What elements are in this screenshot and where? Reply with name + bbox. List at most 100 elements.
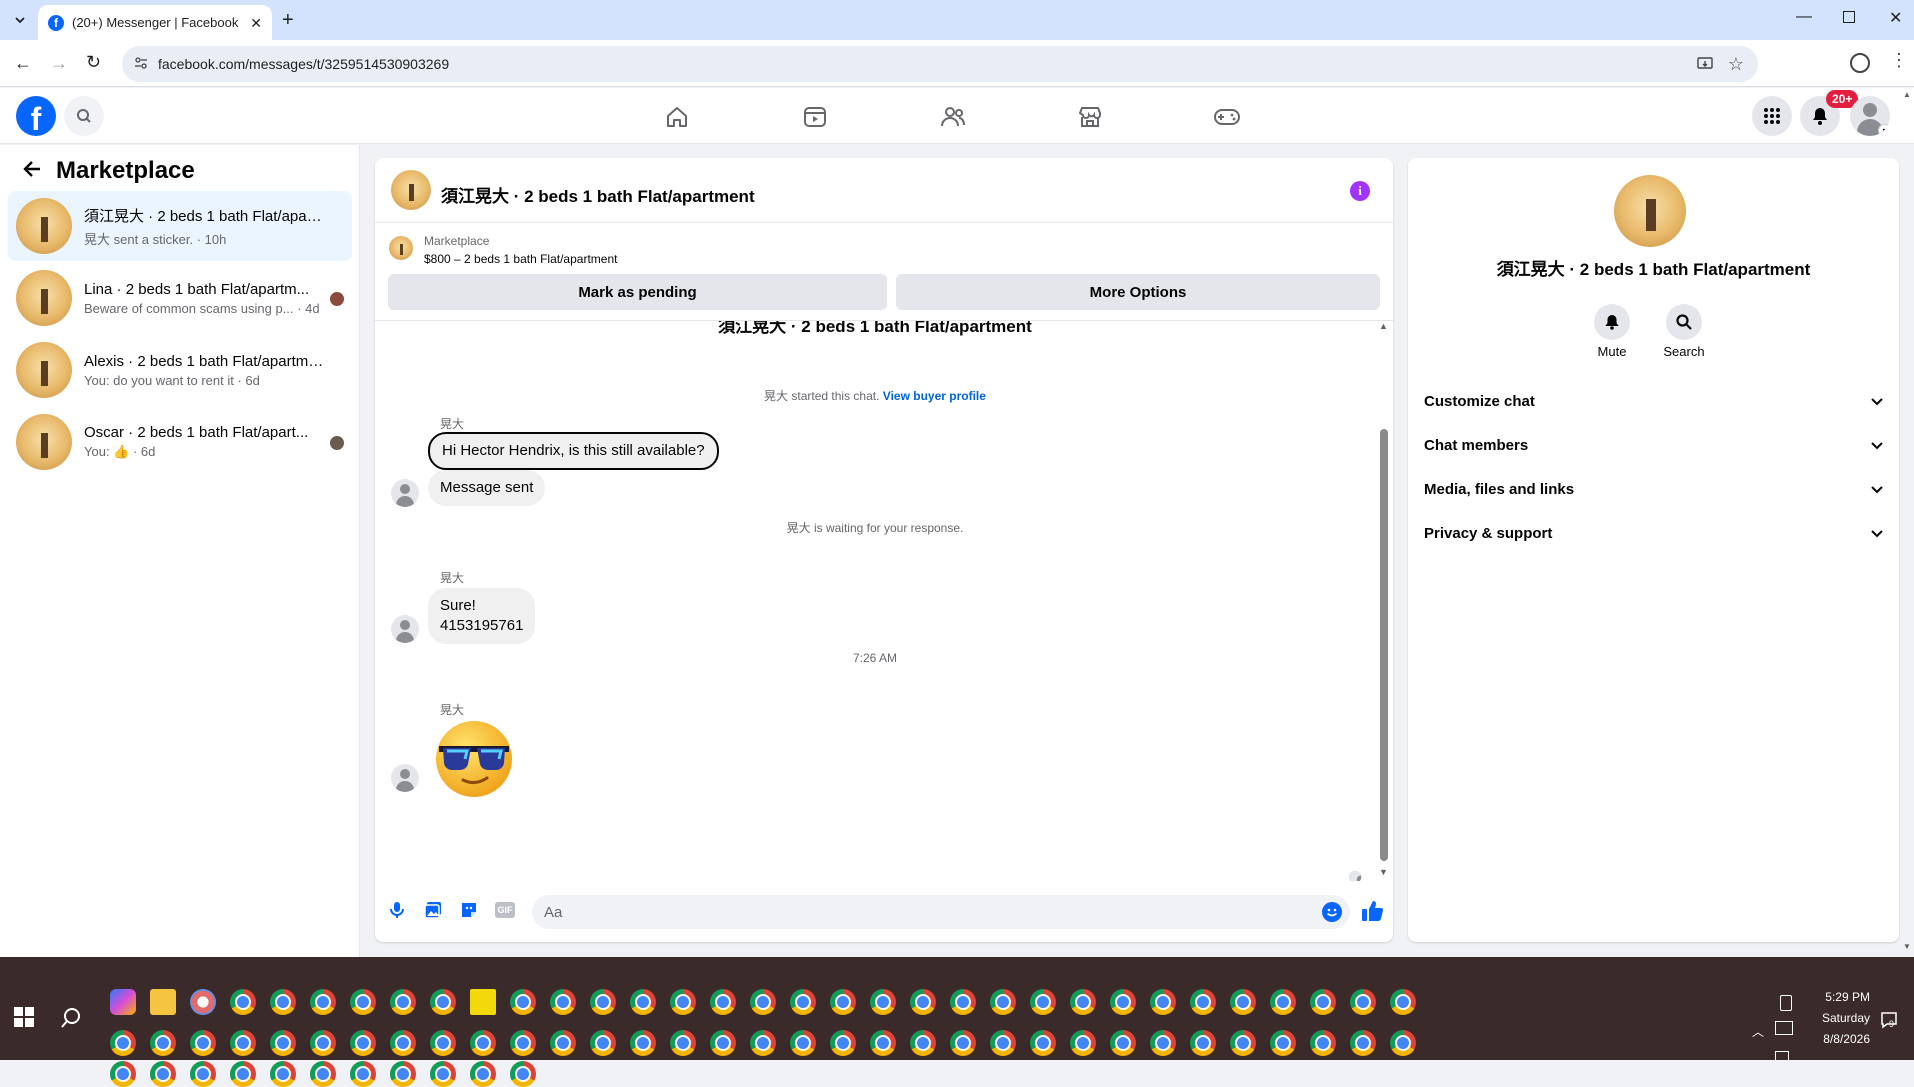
conversation-item[interactable]: Oscar · 2 beds 1 bath Flat/apart... You:… xyxy=(8,407,352,477)
chat-header-title[interactable]: 須江晃大 · 2 beds 1 bath Flat/apartment xyxy=(441,182,755,207)
chrome-taskbar-icon[interactable] xyxy=(230,1030,256,1056)
chrome-taskbar-icon[interactable] xyxy=(310,1030,336,1056)
restore-icon[interactable] xyxy=(1843,11,1855,23)
chrome-taskbar-icon[interactable] xyxy=(910,1030,936,1056)
chrome-taskbar-icon[interactable] xyxy=(990,989,1016,1015)
chrome-taskbar-icon[interactable] xyxy=(1190,1030,1216,1056)
chrome-taskbar-icon[interactable] xyxy=(870,1030,896,1056)
chrome-taskbar-icon[interactable] xyxy=(990,1030,1016,1056)
chrome-taskbar-icon[interactable] xyxy=(390,1030,416,1056)
photo-icon[interactable] xyxy=(423,900,443,920)
scroll-down-icon[interactable]: ▼ xyxy=(1379,867,1388,877)
chrome-taskbar-icon[interactable] xyxy=(270,989,296,1015)
chrome-taskbar-icon[interactable] xyxy=(350,1030,376,1056)
clock-day[interactable]: Saturday xyxy=(1800,1011,1870,1025)
chrome-taskbar-icon[interactable] xyxy=(1310,1030,1336,1056)
chrome-taskbar-icon[interactable] xyxy=(190,1030,216,1056)
address-bar[interactable]: facebook.com/messages/t/3259514530903269… xyxy=(122,46,1758,82)
back-arrow-icon[interactable] xyxy=(22,159,42,179)
message-bubble[interactable]: Sure! 4153195761 xyxy=(428,588,536,644)
message-input[interactable]: Aa xyxy=(532,895,1350,929)
chrome-taskbar-icon[interactable] xyxy=(150,1061,176,1087)
chrome-taskbar-icon[interactable] xyxy=(230,989,256,1015)
back-icon[interactable]: ← xyxy=(14,53,32,74)
page-scroll-up-icon[interactable]: ▲ xyxy=(1903,90,1911,99)
sticky-notes-icon[interactable] xyxy=(470,989,496,1015)
more-options-button[interactable]: More Options xyxy=(896,274,1380,310)
chrome-taskbar-icon[interactable] xyxy=(910,989,936,1015)
chat-header-avatar[interactable] xyxy=(391,170,431,210)
chrome-taskbar-icon[interactable] xyxy=(670,1030,696,1056)
chrome-taskbar-icon[interactable] xyxy=(670,989,696,1015)
chrome-taskbar-icon[interactable] xyxy=(830,1030,856,1056)
new-tab-icon[interactable]: + xyxy=(282,9,294,32)
mute-button[interactable] xyxy=(1594,304,1630,340)
privacy-support-section[interactable]: Privacy & support xyxy=(1424,513,1884,553)
notification-center-icon[interactable]: 9 xyxy=(1880,1011,1898,1029)
chrome-taskbar-icon[interactable] xyxy=(310,989,336,1015)
nav-video[interactable] xyxy=(798,100,832,134)
conversation-avatar[interactable] xyxy=(1614,175,1686,247)
site-settings-icon[interactable] xyxy=(134,56,148,70)
scrollbar-thumb[interactable] xyxy=(1380,429,1388,861)
chrome-taskbar-icon[interactable] xyxy=(1110,1030,1136,1056)
bookmark-star-icon[interactable]: ☆ xyxy=(1728,54,1744,75)
windows-start-icon[interactable] xyxy=(14,1007,34,1027)
chrome-taskbar-icon[interactable] xyxy=(430,989,456,1015)
clock-time[interactable]: 5:29 PM xyxy=(1800,990,1870,1004)
gif-icon[interactable]: GIF xyxy=(495,902,515,918)
copilot-icon[interactable] xyxy=(110,989,136,1015)
chrome-taskbar-icon[interactable] xyxy=(470,1061,496,1087)
conversation-item[interactable]: Alexis · 2 beds 1 bath Flat/apartme... Y… xyxy=(8,335,352,405)
paint-icon[interactable] xyxy=(190,989,216,1015)
chrome-taskbar-icon[interactable] xyxy=(1150,1030,1176,1056)
chrome-taskbar-icon[interactable] xyxy=(590,989,616,1015)
minimize-icon[interactable]: — xyxy=(1796,8,1812,26)
search-facebook-button[interactable] xyxy=(64,96,104,136)
page-scroll-down-icon[interactable]: ▼ xyxy=(1903,942,1911,951)
chrome-taskbar-icon[interactable] xyxy=(750,989,776,1015)
chrome-taskbar-icon[interactable] xyxy=(510,1030,536,1056)
chrome-taskbar-icon[interactable] xyxy=(870,989,896,1015)
clock-date[interactable]: 8/8/2026 xyxy=(1800,1032,1870,1046)
chrome-taskbar-icon[interactable] xyxy=(710,1030,736,1056)
chrome-taskbar-icon[interactable] xyxy=(1150,989,1176,1015)
profile-icon[interactable] xyxy=(1850,53,1870,73)
chrome-taskbar-icon[interactable] xyxy=(190,1061,216,1087)
volume-icon[interactable] xyxy=(1775,1051,1789,1060)
chrome-taskbar-icon[interactable] xyxy=(510,1061,536,1087)
message-bubble[interactable]: Hi Hector Hendrix, is this still availab… xyxy=(428,432,719,470)
conversation-item[interactable]: 須江晃大 · 2 beds 1 bath Flat/apart... 晃大 se… xyxy=(8,191,352,261)
chrome-taskbar-icon[interactable] xyxy=(1230,989,1256,1015)
tray-chevron-icon[interactable]: ︿ xyxy=(1752,1023,1764,1040)
chrome-taskbar-icon[interactable] xyxy=(150,1030,176,1056)
chrome-taskbar-icon[interactable] xyxy=(1390,1030,1416,1056)
thumbs-up-icon[interactable] xyxy=(1360,899,1384,923)
chrome-taskbar-icon[interactable] xyxy=(1310,989,1336,1015)
close-window-icon[interactable]: ✕ xyxy=(1889,8,1902,28)
chrome-taskbar-icon[interactable] xyxy=(1030,1030,1056,1056)
chrome-taskbar-icon[interactable] xyxy=(390,989,416,1015)
chrome-taskbar-icon[interactable] xyxy=(1070,989,1096,1015)
chrome-taskbar-icon[interactable] xyxy=(430,1030,456,1056)
chrome-taskbar-icon[interactable] xyxy=(630,989,656,1015)
chrome-taskbar-icon[interactable] xyxy=(950,989,976,1015)
media-files-links-section[interactable]: Media, files and links xyxy=(1424,469,1884,509)
notifications-button[interactable]: 20+ xyxy=(1800,90,1859,136)
chat-members-section[interactable]: Chat members xyxy=(1424,425,1884,465)
chrome-taskbar-icon[interactable] xyxy=(510,989,536,1015)
info-icon[interactable]: i xyxy=(1350,181,1370,201)
chrome-taskbar-icon[interactable] xyxy=(350,1061,376,1087)
chrome-taskbar-icon[interactable] xyxy=(1110,989,1136,1015)
nav-home[interactable] xyxy=(660,100,694,134)
tab-search-chevron-icon[interactable] xyxy=(10,10,30,30)
message-scrollbar[interactable]: ▲ ▼ xyxy=(1378,321,1390,881)
account-avatar[interactable]: ▾ xyxy=(1850,96,1890,136)
chrome-taskbar-icon[interactable] xyxy=(1350,1030,1376,1056)
sticker-icon[interactable] xyxy=(459,900,479,920)
install-app-icon[interactable] xyxy=(1696,55,1714,73)
listing-price[interactable]: $800 – 2 beds 1 bath Flat/apartment xyxy=(424,252,617,266)
nav-friends[interactable] xyxy=(936,100,970,134)
chrome-taskbar-icon[interactable] xyxy=(630,1030,656,1056)
view-buyer-profile-link[interactable]: View buyer profile xyxy=(883,389,986,403)
